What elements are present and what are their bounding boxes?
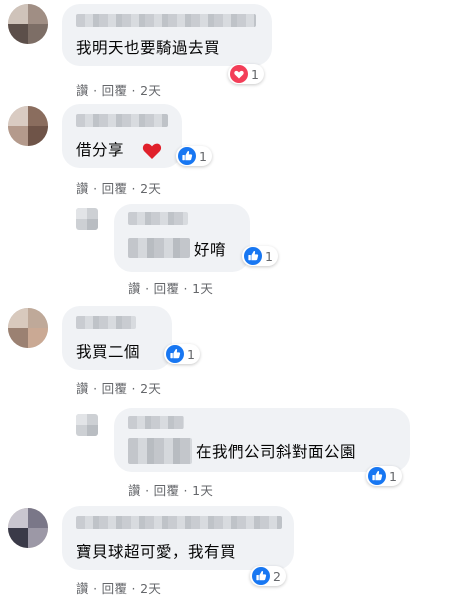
reaction-count-label: 1 [389, 468, 397, 484]
reply-link[interactable]: 回覆 [102, 381, 128, 396]
red-heart-icon [142, 143, 162, 159]
love-icon [230, 65, 248, 83]
timestamp[interactable]: 2天 [140, 83, 161, 98]
avatar[interactable] [8, 308, 48, 348]
like-link[interactable]: 讚 [128, 483, 141, 498]
comment-actions: 讚 · 回覆 · 2天 [76, 381, 162, 396]
avatar[interactable] [8, 106, 48, 146]
comment-text: 寶貝球超可愛，我有買 [76, 543, 237, 561]
comment-bubble: 好唷 [114, 204, 250, 272]
timestamp[interactable]: 2天 [140, 581, 161, 596]
comment-text: 我明天也要騎過去買 [76, 39, 221, 57]
like-link[interactable]: 讚 [128, 281, 141, 296]
avatar[interactable] [8, 4, 48, 44]
avatar[interactable] [76, 208, 98, 230]
like-icon [178, 147, 196, 165]
reaction-count[interactable]: 1 [242, 246, 278, 266]
reply-link[interactable]: 回覆 [154, 483, 180, 498]
comment-actions: 讚 · 回覆 · 2天 [76, 181, 162, 196]
reaction-count-label: 1 [187, 346, 195, 362]
reply-link[interactable]: 回覆 [102, 83, 128, 98]
comment-text: 好唷 [194, 241, 227, 259]
comment-bubble: 我買二個 [62, 306, 172, 370]
mention-tag[interactable] [128, 238, 190, 258]
like-icon [244, 247, 262, 265]
mention-tag[interactable] [128, 438, 192, 464]
reaction-count[interactable]: 1 [176, 146, 212, 166]
comment-actions: 讚 · 回覆 · 1天 [128, 281, 214, 296]
like-link[interactable]: 讚 [76, 181, 89, 196]
reaction-count[interactable]: 2 [250, 566, 286, 586]
author-name[interactable] [76, 316, 136, 329]
author-name[interactable] [76, 516, 282, 529]
reaction-count[interactable]: 1 [228, 64, 264, 84]
comment-actions: 讚 · 回覆 · 2天 [76, 581, 162, 596]
author-name[interactable] [128, 212, 188, 225]
timestamp[interactable]: 1天 [192, 281, 213, 296]
comment-actions: 讚 · 回覆 · 1天 [128, 483, 214, 498]
like-link[interactable]: 讚 [76, 83, 89, 98]
author-name[interactable] [76, 14, 256, 27]
reaction-count-label: 1 [265, 248, 273, 264]
reaction-count-label: 1 [251, 66, 259, 82]
comment-bubble: 寶貝球超可愛，我有買 [62, 506, 294, 570]
like-link[interactable]: 讚 [76, 581, 89, 596]
comment-text: 借分享 [76, 141, 125, 159]
reaction-count[interactable]: 1 [164, 344, 200, 364]
author-name[interactable] [128, 416, 184, 429]
like-icon [368, 467, 386, 485]
reply-link[interactable]: 回覆 [102, 581, 128, 596]
avatar[interactable] [8, 508, 48, 548]
timestamp[interactable]: 2天 [140, 181, 161, 196]
comment-text: 我買二個 [76, 343, 141, 361]
avatar[interactable] [76, 414, 98, 436]
reply-link[interactable]: 回覆 [154, 281, 180, 296]
comment-bubble: 借分享 [62, 104, 182, 168]
timestamp[interactable]: 1天 [192, 483, 213, 498]
reply-link[interactable]: 回覆 [102, 181, 128, 196]
comment-text: 在我們公司斜對面公園 [196, 443, 357, 461]
like-link[interactable]: 讚 [76, 381, 89, 396]
author-name[interactable] [76, 114, 168, 127]
reaction-count[interactable]: 1 [366, 466, 402, 486]
timestamp[interactable]: 2天 [140, 381, 161, 396]
like-icon [252, 567, 270, 585]
like-icon [166, 345, 184, 363]
reaction-count-label: 2 [273, 568, 281, 584]
comment-actions: 讚 · 回覆 · 2天 [76, 83, 162, 98]
reaction-count-label: 1 [199, 148, 207, 164]
comment-bubble: 我明天也要騎過去買 [62, 4, 272, 66]
comment-bubble: 在我們公司斜對面公園 [114, 408, 410, 472]
